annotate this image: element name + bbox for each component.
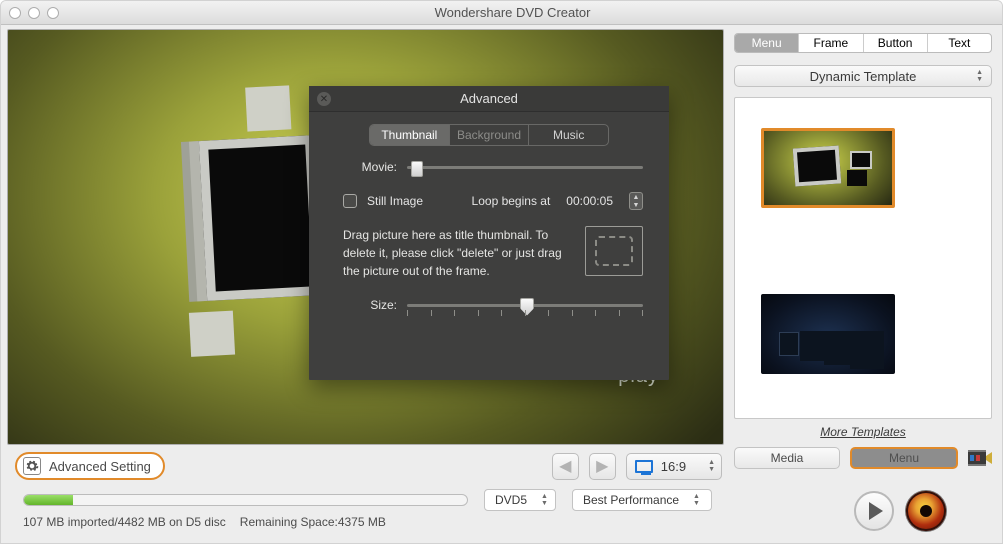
quality-value: Best Performance bbox=[583, 493, 679, 507]
loop-stepper[interactable]: ▲▼ bbox=[629, 192, 643, 210]
tab-music[interactable]: Music bbox=[529, 125, 608, 145]
next-button[interactable]: ▶ bbox=[589, 453, 616, 480]
advanced-popover: ✕ Advanced Thumbnail Background Music Mo… bbox=[309, 86, 669, 380]
advanced-setting-button[interactable]: Advanced Setting bbox=[15, 452, 165, 480]
tab-thumbnail[interactable]: Thumbnail bbox=[370, 125, 450, 145]
loop-value: 00:00:05 bbox=[566, 194, 613, 208]
disc-usage-fill bbox=[24, 495, 73, 505]
tab-button[interactable]: Button bbox=[864, 34, 928, 52]
tab-frame[interactable]: Frame bbox=[799, 34, 863, 52]
still-image-checkbox[interactable] bbox=[343, 194, 357, 208]
popover-title: Advanced bbox=[460, 91, 518, 106]
movie-slider[interactable] bbox=[407, 166, 643, 169]
tab-text[interactable]: Text bbox=[928, 34, 991, 52]
app-window: Wondershare DVD Creator play ✕ Advanced … bbox=[0, 0, 1003, 544]
preview-stage[interactable]: play ✕ Advanced Thumbnail Background Mus… bbox=[7, 29, 724, 445]
preview-play-button[interactable] bbox=[854, 491, 894, 531]
template-list bbox=[734, 97, 992, 419]
import-status: 107 MB imported/4482 MB on D5 disc bbox=[23, 515, 226, 529]
template-thumb-2[interactable] bbox=[761, 294, 895, 374]
popover-tabs: Thumbnail Background Music bbox=[369, 124, 609, 146]
remaining-status: Remaining Space:4375 MB bbox=[240, 515, 386, 529]
loop-label: Loop begins at bbox=[472, 194, 551, 208]
more-templates-link[interactable]: More Templates bbox=[734, 419, 992, 447]
titlebar: Wondershare DVD Creator bbox=[1, 1, 1002, 25]
template-category-value: Dynamic Template bbox=[810, 69, 917, 84]
chevron-updown-icon: ▲▼ bbox=[693, 493, 700, 507]
chevron-updown-icon: ▲▼ bbox=[708, 459, 715, 473]
chevron-updown-icon: ▲▼ bbox=[541, 493, 548, 507]
aspect-value: 16:9 bbox=[661, 459, 686, 474]
right-tabs: Menu Frame Button Text bbox=[734, 33, 992, 53]
template-thumb-1[interactable] bbox=[761, 128, 895, 208]
disc-type-value: DVD5 bbox=[495, 493, 527, 507]
thumbnail-dropzone[interactable] bbox=[585, 226, 643, 276]
size-slider[interactable] bbox=[407, 304, 643, 307]
aspect-ratio-select[interactable]: 16:9 ▲▼ bbox=[626, 453, 722, 480]
quality-select[interactable]: Best Performance ▲▼ bbox=[572, 489, 712, 511]
close-icon[interactable]: ✕ bbox=[317, 92, 331, 106]
prev-button[interactable]: ◀ bbox=[552, 453, 579, 480]
menu-button[interactable]: Menu bbox=[850, 447, 958, 469]
still-image-label: Still Image bbox=[367, 194, 423, 208]
gear-icon bbox=[23, 457, 41, 475]
tab-background[interactable]: Background bbox=[450, 125, 530, 145]
advanced-setting-label: Advanced Setting bbox=[49, 459, 151, 474]
burn-button[interactable] bbox=[906, 491, 946, 531]
media-button[interactable]: Media bbox=[734, 447, 840, 469]
drop-instructions: Drag picture here as title thumbnail. To… bbox=[343, 226, 569, 280]
disc-type-select[interactable]: DVD5 ▲▼ bbox=[484, 489, 556, 511]
disc-usage-bar bbox=[23, 494, 468, 506]
size-label: Size: bbox=[343, 298, 397, 312]
tab-menu[interactable]: Menu bbox=[735, 34, 799, 52]
close-window-icon[interactable] bbox=[9, 7, 21, 19]
monitor-icon bbox=[635, 460, 653, 473]
chevron-updown-icon: ▲▼ bbox=[976, 69, 983, 83]
template-thumbnail-graphic bbox=[199, 135, 322, 301]
window-title: Wondershare DVD Creator bbox=[51, 5, 974, 20]
movie-label: Movie: bbox=[343, 160, 397, 174]
minimize-window-icon[interactable] bbox=[28, 7, 40, 19]
film-icon[interactable] bbox=[968, 450, 992, 466]
template-category-select[interactable]: Dynamic Template ▲▼ bbox=[734, 65, 992, 87]
